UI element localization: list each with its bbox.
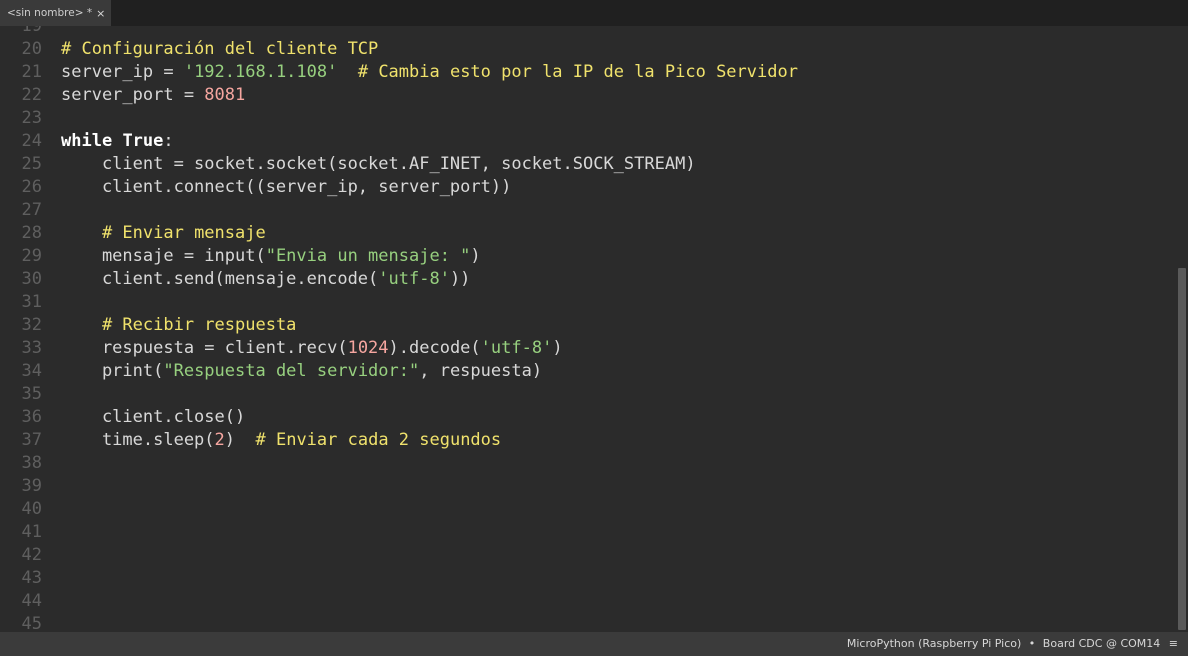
status-separator: • — [1028, 637, 1036, 650]
code-line: # Recibir respuesta — [61, 314, 296, 337]
code-token-plain: client.send(mensaje.encode( — [61, 269, 379, 289]
line-number: 38 — [21, 453, 42, 473]
code-area[interactable]: # Configuración del cliente TCP server_ip… — [61, 26, 1171, 632]
line-number: 22 — [21, 85, 42, 105]
tab-bar: <sin nombre> * × — [0, 0, 1188, 26]
code-token-string: 'utf-8' — [480, 338, 553, 358]
code-token-plain: ).decode( — [388, 338, 481, 358]
code-token-number: 1024 — [347, 338, 389, 358]
code-line: client.connect((server_ip, server_port)) — [61, 176, 511, 199]
interpreter-label[interactable]: MicroPython (Raspberry Pi Pico) — [847, 637, 1021, 650]
line-number: 33 — [21, 338, 42, 358]
vertical-scrollbar[interactable] — [1176, 26, 1188, 632]
line-number: 19 — [21, 26, 42, 36]
code-token-plain: client = socket.socket(socket.AF_INET, s… — [61, 154, 696, 174]
line-number-gutter: 19 20 21 22 23 24 25 26 27 28 29 30 31 32 33 34 35 36 37 38… — [0, 26, 48, 632]
code-token-plain: mensaje = input( — [61, 246, 266, 266]
line-number: 20 — [21, 39, 42, 59]
code-editor[interactable]: 19 20 21 22 23 24 25 26 27 28 29 30 31 32 33 34 35 36 37 38… — [0, 26, 1176, 632]
close-icon[interactable]: × — [96, 7, 105, 20]
code-token-plain: , respuesta) — [419, 361, 543, 381]
code-token-string: "Envia un mensaje: " — [265, 246, 471, 266]
code-token-string: "Respuesta del servidor:" — [163, 361, 420, 381]
line-number: 26 — [21, 177, 42, 197]
code-token-number: 8081 — [204, 85, 246, 105]
line-number: 40 — [21, 499, 42, 519]
code-token-comment: # Enviar mensaje — [101, 223, 266, 243]
code-token-comment: # Recibir respuesta — [101, 315, 297, 335]
code-token-keyword: while — [61, 131, 113, 151]
tab-untitled[interactable]: <sin nombre> * × — [0, 0, 111, 26]
code-token-plain: client.connect((server_ip, server_port)) — [61, 177, 512, 197]
code-token-string: '192.168.1.108' — [183, 62, 338, 82]
ide-window: <sin nombre> * × 19 20 21 22 23 24 25 26 27 28 29 3… — [0, 0, 1188, 656]
code-token-plain: print( — [61, 361, 164, 381]
line-number: 21 — [21, 62, 42, 82]
code-token-comment: # Enviar cada 2 segundos — [255, 430, 502, 450]
code-line: server_port = 8081 — [61, 84, 245, 107]
line-number: 41 — [21, 522, 42, 542]
line-number: 32 — [21, 315, 42, 335]
line-number: 24 — [21, 131, 42, 151]
line-number: 44 — [21, 591, 42, 611]
status-info: MicroPython (Raspberry Pi Pico) • Board … — [847, 632, 1178, 656]
line-number: 36 — [21, 407, 42, 427]
code-token-string: 'utf-8' — [378, 269, 450, 289]
line-number: 31 — [21, 292, 42, 312]
code-line: while True: — [61, 130, 174, 153]
line-number: 27 — [21, 200, 42, 220]
code-token-number: 2 — [214, 430, 225, 450]
line-number: 23 — [21, 108, 42, 128]
line-number: 43 — [21, 568, 42, 588]
code-token-plain: time.sleep( — [61, 430, 215, 450]
line-number: 35 — [21, 384, 42, 404]
code-line: mensaje = input("Envia un mensaje: ") — [61, 245, 481, 268]
line-number: 29 — [21, 246, 42, 266]
line-number: 25 — [21, 154, 42, 174]
code-line: # Enviar mensaje — [61, 222, 266, 245]
code-token-plain: ) — [552, 338, 563, 358]
code-line: server_ip = '192.168.1.108' # Cambia est… — [61, 61, 798, 84]
code-token-plain: server_port = — [61, 85, 205, 105]
line-number: 30 — [21, 269, 42, 289]
line-number: 39 — [21, 476, 42, 496]
line-number: 28 — [21, 223, 42, 243]
code-token-keyword: True — [122, 131, 164, 151]
code-token-comment: # Configuración del cliente TCP — [61, 39, 379, 59]
code-line: print("Respuesta del servidor:", respues… — [61, 360, 542, 383]
code-line: client.send(mensaje.encode('utf-8')) — [61, 268, 470, 291]
code-line: client.close() — [61, 406, 245, 429]
code-line: time.sleep(2) # Enviar cada 2 segundos — [61, 429, 501, 452]
line-number: 45 — [21, 614, 42, 632]
code-token-comment: # Cambia esto por la IP de la Pico Servi… — [357, 62, 798, 82]
port-label[interactable]: Board CDC @ COM14 — [1043, 637, 1160, 650]
code-token-plain: respuesta = client.recv( — [61, 338, 348, 358]
code-token-plain: ) — [470, 246, 481, 266]
code-line: # Configuración del cliente TCP — [61, 38, 378, 61]
menu-icon[interactable]: ≡ — [1169, 637, 1178, 650]
code-token-plain: client.close() — [61, 407, 246, 427]
code-token-plain: server_ip = — [61, 62, 184, 82]
code-line: client = socket.socket(socket.AF_INET, s… — [61, 153, 696, 176]
code-line: respuesta = client.recv(1024).decode('ut… — [61, 337, 563, 360]
status-bar: MicroPython (Raspberry Pi Pico) • Board … — [0, 632, 1188, 656]
code-token-plain: : — [163, 131, 174, 151]
line-number: 37 — [21, 430, 42, 450]
scrollbar-thumb[interactable] — [1178, 268, 1186, 630]
line-number: 34 — [21, 361, 42, 381]
line-number: 42 — [21, 545, 42, 565]
code-token-plain: )) — [449, 269, 471, 289]
code-token-plain: ) — [224, 430, 256, 450]
tab-label: <sin nombre> * — [7, 7, 93, 19]
